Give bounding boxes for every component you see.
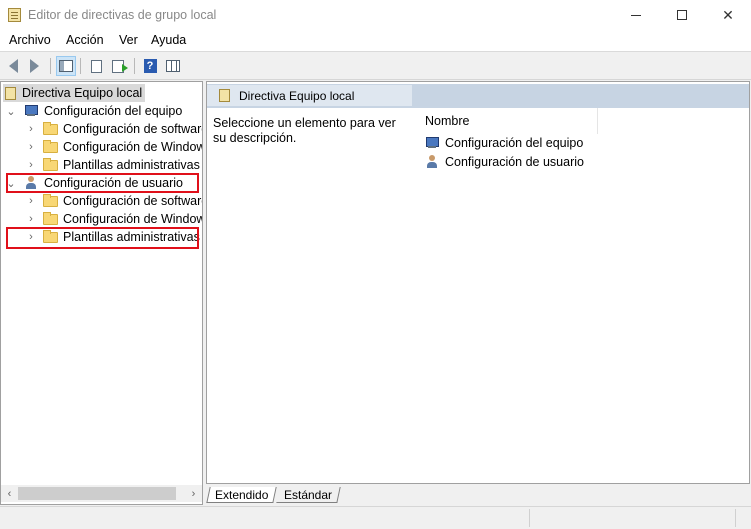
list-item-user-config[interactable]: Configuración de usuario xyxy=(425,153,584,171)
folder-icon xyxy=(43,211,58,225)
help-icon: ? xyxy=(143,59,157,73)
toolbar-separator xyxy=(80,58,81,74)
minimize-icon xyxy=(631,14,641,16)
computer-icon xyxy=(425,137,440,149)
status-bar-divider xyxy=(735,509,736,527)
folder-icon xyxy=(43,139,58,153)
title-bar: Editor de directivas de grupo local ✕ xyxy=(0,0,751,30)
back-icon xyxy=(8,59,18,73)
tree-item-label: Configuración de Windows xyxy=(63,212,203,226)
forward-icon xyxy=(29,59,39,73)
tree-item-label: Configuración de software xyxy=(63,194,203,208)
show-hide-tree-icon xyxy=(59,60,73,72)
list-item-label: Configuración del equipo xyxy=(445,136,584,150)
chevron-right-icon[interactable]: › xyxy=(25,192,37,210)
back-button[interactable] xyxy=(3,56,23,76)
description-text: Seleccione un elemento para ver su descr… xyxy=(213,116,396,145)
toolbar-separator xyxy=(50,58,51,74)
maximize-icon xyxy=(677,10,687,20)
chevron-right-icon[interactable]: › xyxy=(25,156,37,174)
tree-item-computer-config[interactable]: Configuración del equipo xyxy=(24,102,182,120)
chevron-right-icon[interactable]: › xyxy=(25,210,37,228)
minimize-button[interactable] xyxy=(613,0,659,30)
chevron-down-icon[interactable]: ⌄ xyxy=(5,102,17,120)
properties-button[interactable] xyxy=(86,56,106,76)
tree-horizontal-scrollbar[interactable]: ‹ › xyxy=(1,485,202,502)
tree-pane: Directiva Equipo local ⌄ Configuración d… xyxy=(0,81,203,505)
menu-archivo[interactable]: Archivo xyxy=(9,33,51,47)
tree-item-user-windows[interactable]: Configuración de Windows xyxy=(43,210,203,228)
highlight-user-admin-templates xyxy=(6,227,199,249)
user-icon xyxy=(425,155,440,169)
status-bar xyxy=(0,506,751,529)
view-tabs: Extendido Estándar xyxy=(206,485,751,504)
computer-icon xyxy=(24,105,39,117)
extended-view-button[interactable] xyxy=(163,56,183,76)
list-item-label: Configuración de usuario xyxy=(445,155,584,169)
close-icon: ✕ xyxy=(722,6,734,23)
tree-root-item[interactable]: Directiva Equipo local xyxy=(3,84,146,102)
menu-ver[interactable]: Ver xyxy=(119,33,138,47)
scrollbar-thumb[interactable] xyxy=(18,487,176,500)
forward-button[interactable] xyxy=(24,56,44,76)
properties-icon xyxy=(90,59,102,73)
tree-item-computer-software[interactable]: Configuración de software xyxy=(43,120,203,138)
column-separator[interactable] xyxy=(597,108,598,134)
maximize-button[interactable] xyxy=(659,0,705,30)
policy-editor-app-icon xyxy=(8,8,21,22)
tree-item-label: Configuración de Windows xyxy=(63,140,203,154)
tree-root-label: Directiva Equipo local xyxy=(22,86,143,100)
details-header: Directiva Equipo local xyxy=(207,85,412,106)
toolbar: ? xyxy=(0,53,751,80)
status-bar-divider xyxy=(529,509,530,527)
highlight-user-config xyxy=(6,173,199,193)
folder-icon xyxy=(43,157,58,171)
close-button[interactable]: ✕ xyxy=(705,0,751,30)
folder-icon xyxy=(43,121,58,135)
chevron-right-icon[interactable]: › xyxy=(25,138,37,156)
details-header-title: Directiva Equipo local xyxy=(239,88,355,103)
scroll-right-icon[interactable]: › xyxy=(185,485,202,502)
export-list-button[interactable] xyxy=(108,56,128,76)
details-pane: Directiva Equipo local Seleccione un ele… xyxy=(206,81,750,484)
tree-item-user-software[interactable]: Configuración de software xyxy=(43,192,203,210)
tab-estandar[interactable]: Estándar xyxy=(276,487,341,503)
help-button[interactable]: ? xyxy=(140,56,160,76)
window-title: Editor de directivas de grupo local xyxy=(28,8,217,22)
menu-bar: Archivo Acción Ver Ayuda xyxy=(0,30,751,52)
chevron-right-icon[interactable]: › xyxy=(25,120,37,138)
list-item-computer-config[interactable]: Configuración del equipo xyxy=(425,134,583,152)
tab-label: Extendido xyxy=(215,487,269,502)
tree-item-label: Configuración de software xyxy=(63,122,203,136)
export-list-icon xyxy=(112,59,128,73)
show-hide-tree-button[interactable] xyxy=(56,56,76,76)
tree-item-computer-admin-templates[interactable]: Plantillas administrativas xyxy=(43,156,200,174)
scroll-left-icon[interactable]: ‹ xyxy=(1,485,18,502)
policy-document-icon xyxy=(219,89,230,102)
toolbar-separator xyxy=(134,58,135,74)
menu-ayuda[interactable]: Ayuda xyxy=(151,33,186,47)
tree-item-computer-windows[interactable]: Configuración de Windows xyxy=(43,138,203,156)
extended-view-icon xyxy=(166,60,180,72)
tree-item-label: Configuración del equipo xyxy=(44,104,183,118)
column-header-nombre[interactable]: Nombre xyxy=(425,114,469,128)
tab-label: Estándar xyxy=(284,487,333,502)
tab-extendido[interactable]: Extendido xyxy=(206,487,278,503)
folder-icon xyxy=(43,193,58,207)
menu-accion[interactable]: Acción xyxy=(66,33,104,47)
policy-document-icon xyxy=(5,86,16,100)
tree-item-label: Plantillas administrativas xyxy=(63,158,200,172)
